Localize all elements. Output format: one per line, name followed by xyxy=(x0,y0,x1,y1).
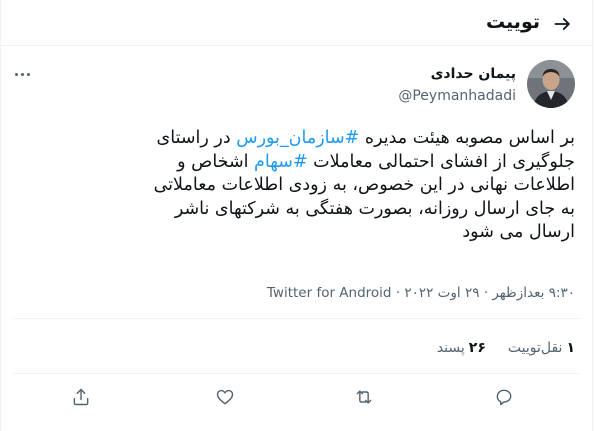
more-dot xyxy=(26,72,30,76)
page-title: توییت xyxy=(485,11,540,33)
tweet-line: بر اساس مصوبه هیئت مدیره #سازمان_بورس در… xyxy=(15,127,575,151)
tweet-text-segment: بر اساس مصوبه هیئت مدیره xyxy=(359,128,575,148)
page-header: توییت xyxy=(1,0,594,46)
more-button[interactable] xyxy=(13,68,31,80)
like-button[interactable] xyxy=(214,386,236,408)
more-dot xyxy=(20,72,24,76)
meta-separator: · xyxy=(479,285,493,301)
retweets-count: ۱ xyxy=(566,340,575,356)
likes-stat[interactable]: ۲۶ پسند xyxy=(437,340,486,356)
tweet-text-segment: اشخاص و xyxy=(177,151,255,172)
tweet-date[interactable]: ۲۹ اوت ۲۰۲۲ xyxy=(404,285,479,301)
share-icon xyxy=(73,388,89,406)
author-handle[interactable]: @Peymanhadadi xyxy=(398,88,516,104)
avatar[interactable] xyxy=(527,60,575,108)
tweet-text-segment: به جای ارسال روزانه، بصورت هفتگی به شرکت… xyxy=(174,198,575,219)
tweet-page: توییت پیمان حدادی @Peymanhadadi بر اساس … xyxy=(0,0,594,431)
arrow-right-icon xyxy=(554,18,570,30)
avatar-image xyxy=(527,60,575,108)
tweet-text-segment: جلوگیری از افشای احتمالی معاملات xyxy=(307,151,575,172)
tweet-time[interactable]: ۹:۳۰ بعدازظهر xyxy=(492,285,575,301)
hashtag-link[interactable]: #سهام xyxy=(254,152,308,172)
likes-count: ۲۶ xyxy=(468,340,486,356)
hashtag-link[interactable]: #سازمان_بورس xyxy=(236,128,359,148)
tweet-line: اطلاعات نهانی در این خصوص، به زودی اطلاع… xyxy=(15,174,575,198)
tweet-text-segment: اطلاعات نهانی در این خصوص، به زودی اطلاع… xyxy=(153,175,575,195)
reply-button[interactable] xyxy=(493,386,515,408)
tweet-line: ارسال می شود xyxy=(15,221,575,245)
back-button[interactable] xyxy=(552,13,574,35)
meta-separator: · xyxy=(391,285,405,301)
reply-icon xyxy=(496,389,512,406)
tweet-text-segment: ارسال می شود xyxy=(462,222,575,242)
likes-label: پسند xyxy=(436,340,465,356)
author-name[interactable]: پیمان حدادی xyxy=(431,66,516,82)
tweet-line: به جای ارسال روزانه، بصورت هفتگی به شرکت… xyxy=(15,198,575,222)
divider xyxy=(13,373,580,374)
more-dots-icon xyxy=(14,72,18,76)
retweet-icon xyxy=(356,390,372,404)
share-button[interactable] xyxy=(70,386,92,408)
tweet-source[interactable]: Twitter for Android xyxy=(267,285,392,301)
retweet-button[interactable] xyxy=(353,386,375,408)
heart-icon xyxy=(216,389,234,405)
tweet-text: بر اساس مصوبه هیئت مدیره #سازمان_بورس در… xyxy=(15,127,575,245)
tweet-line: جلوگیری از افشای احتمالی معاملات #سهام ا… xyxy=(15,151,575,175)
tweet-meta: ۹:۳۰ بعدازظهر · ۲۹ اوت ۲۰۲۲ · Twitter fo… xyxy=(267,285,575,301)
retweets-label: نقل‌توییت xyxy=(507,340,563,356)
divider xyxy=(13,318,580,319)
tweet-stats: ۱ نقل‌توییت ۲۶ پسند xyxy=(437,340,575,356)
retweets-stat[interactable]: ۱ نقل‌توییت xyxy=(508,340,575,356)
tweet-text-segment: در راستای xyxy=(156,128,237,148)
